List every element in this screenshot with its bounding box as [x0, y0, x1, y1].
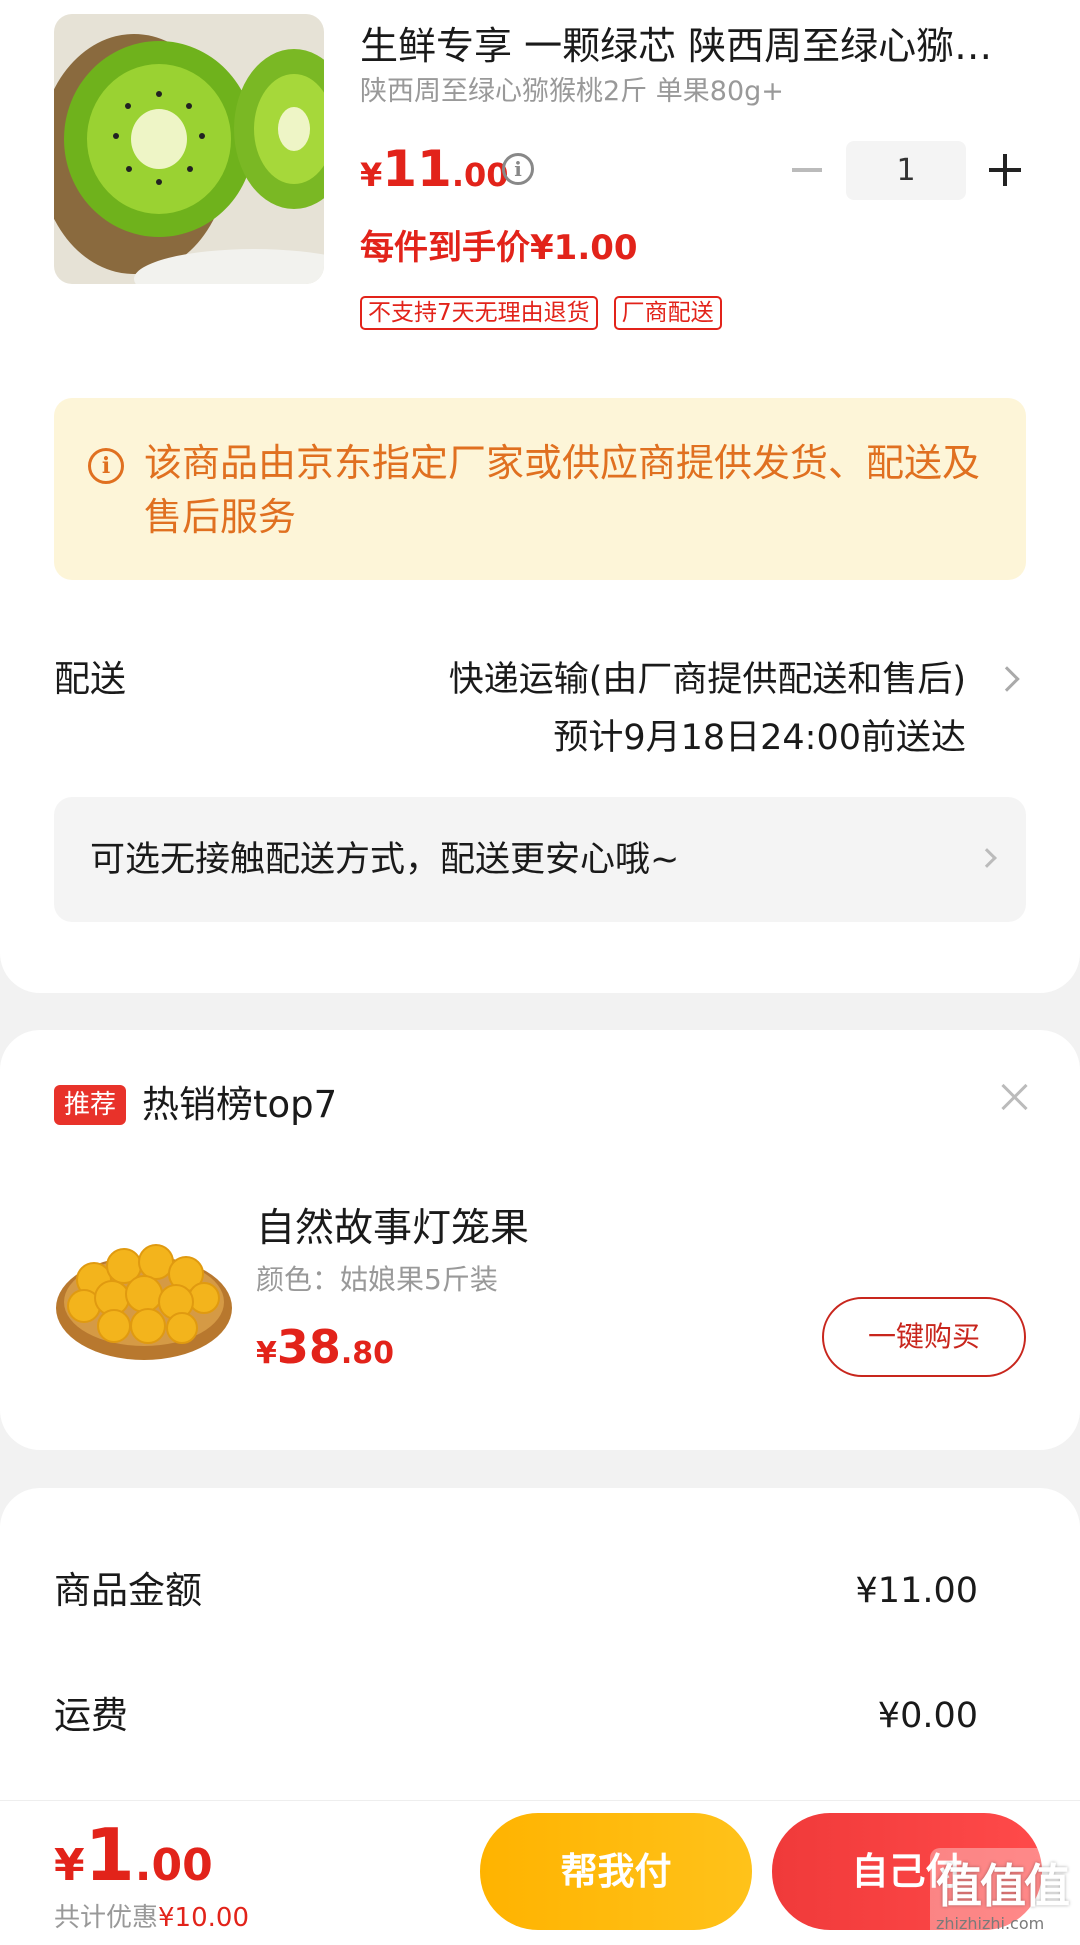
tag-vendor-delivery: 厂商配送 [613, 296, 722, 330]
checkout-bar: ¥1.00 共计优惠¥10.00 帮我付 自己付 [0, 1800, 1080, 1945]
watermark-url: zhizhizhi.com [936, 1914, 1045, 1933]
price-integer: 11 [382, 140, 452, 198]
price-decimal: .00 [134, 1840, 213, 1891]
goods-amount-value: ¥11.00 [855, 1571, 978, 1611]
info-icon: i [88, 448, 124, 484]
product-spec: 陕西周至绿心猕猴桃2斤 单果80g+ [360, 76, 784, 107]
site-watermark: 值值值 zhizhizhi.com [930, 1848, 1080, 1945]
delivery-eta: 预计9月18日24:00前送达 [553, 718, 966, 758]
delivery-method[interactable]: 快递运输(由厂商提供配送和售后) [449, 655, 966, 705]
price-symbol: ¥ [54, 1840, 85, 1891]
price-info-icon[interactable]: i [502, 153, 534, 185]
order-summary-card: 商品金额 ¥11.00 运费 ¥0.00 [0, 1488, 1080, 1818]
contactless-chevron-right-icon [977, 848, 997, 868]
discount-value: ¥10.00 [158, 1903, 249, 1933]
recommend-title: 热销榜top7 [142, 1083, 338, 1126]
product-title[interactable]: 生鲜专享 一颗绿芯 陕西周至绿心猕猴桃2斤 单果80g+ [360, 20, 1010, 72]
quantity-minus-button[interactable] [788, 150, 828, 190]
delivery-label: 配送 [54, 659, 127, 700]
product-image[interactable] [54, 14, 324, 284]
help-me-pay-button[interactable]: 帮我付 [480, 1813, 752, 1930]
price-decimal: .00 [451, 156, 509, 194]
contactless-delivery-row[interactable]: 可选无接触配送方式，配送更安心哦~ [54, 797, 1026, 922]
product-tags: 不支持7天无理由退货 厂商配送 [360, 296, 722, 330]
delivery-chevron-right-icon[interactable] [994, 666, 1020, 692]
discount-label: 共计优惠 [54, 1903, 159, 1933]
product-price: ¥11.00 [360, 140, 509, 198]
quantity-plus-button[interactable] [985, 150, 1025, 190]
vendor-notice-text: 该商品由京东指定厂家或供应商提供发货、配送及售后服务 [144, 441, 981, 539]
recommend-badge: 推荐 [54, 1085, 126, 1125]
shipping-fee-label: 运费 [54, 1694, 128, 1737]
watermark-logo: 值值值 [936, 1859, 1070, 1913]
tag-no-return: 不支持7天无理由退货 [360, 296, 598, 330]
price-integer: 1 [84, 1813, 135, 1897]
quantity-input[interactable]: 1 [846, 141, 966, 200]
recommend-item-image[interactable] [54, 1198, 234, 1378]
product-card: 生鲜专享 一颗绿芯 陕西周至绿心猕猴桃2斤 单果80g+ 陕西周至绿心猕猴桃2斤… [0, 0, 1080, 993]
recommend-item-spec: 颜色：姑娘果5斤装 [256, 1263, 498, 1296]
price-symbol: ¥ [360, 156, 383, 194]
price-integer: 38 [276, 1320, 341, 1374]
one-click-buy-button[interactable]: 一键购买 [822, 1297, 1026, 1377]
contactless-delivery-text: 可选无接触配送方式，配送更安心哦~ [90, 840, 680, 880]
price-decimal: .80 [340, 1336, 395, 1371]
price-symbol: ¥ [256, 1336, 277, 1371]
goods-amount-label: 商品金额 [54, 1569, 202, 1612]
vendor-notice: i 该商品由京东指定厂家或供应商提供发货、配送及售后服务 [54, 398, 1026, 580]
close-icon[interactable] [998, 1080, 1032, 1114]
recommend-item-name[interactable]: 自然故事灯笼果 [256, 1202, 529, 1256]
final-unit-price: 每件到手价¥1.00 [360, 228, 638, 268]
total-discount: 共计优惠¥10.00 [54, 1897, 249, 1934]
total-price: ¥1.00 [54, 1813, 213, 1897]
recommend-item-price: ¥38.80 [256, 1320, 394, 1374]
recommendation-card: 推荐 热销榜top7 自然故事灯笼果 颜色：姑娘果5斤装 ¥38.80 一键购买 [0, 1030, 1080, 1450]
shipping-fee-value: ¥0.00 [877, 1696, 978, 1736]
